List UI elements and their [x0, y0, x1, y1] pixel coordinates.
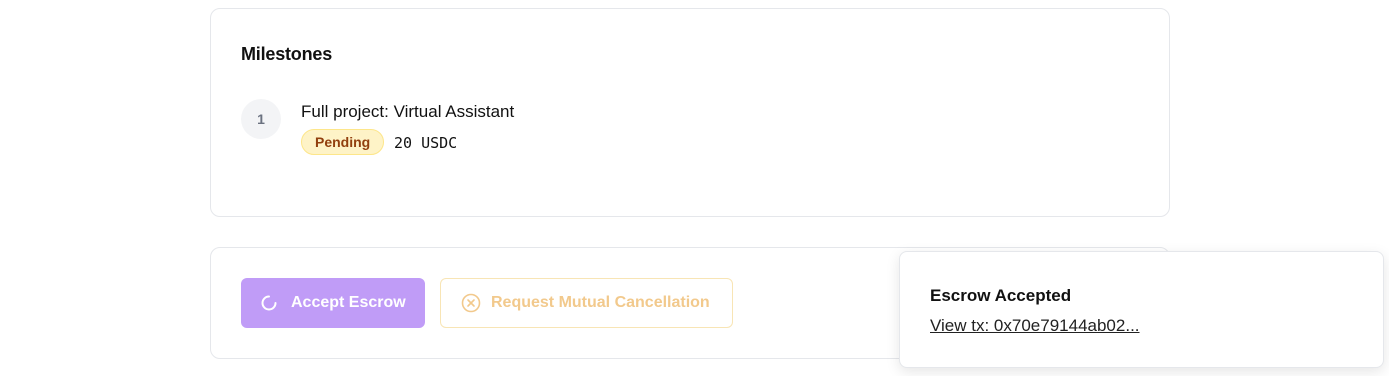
accept-escrow-button[interactable]: Accept Escrow	[241, 278, 425, 328]
milestones-card: Milestones 1 Full project: Virtual Assis…	[210, 8, 1170, 217]
milestone-step-number: 1	[241, 99, 281, 139]
toast-notification: Escrow Accepted View tx: 0x70e79144ab02.…	[899, 251, 1384, 368]
toast-title: Escrow Accepted	[930, 286, 1072, 305]
status-badge: Pending	[301, 129, 385, 155]
milestone-amount: 20 USDC	[394, 134, 458, 152]
milestones-title: Milestones	[241, 44, 333, 64]
spinner-icon	[261, 295, 277, 311]
request-cancellation-button[interactable]: Request Mutual Cancellation	[440, 278, 733, 328]
request-cancellation-label: Request Mutual Cancellation	[491, 294, 710, 311]
view-tx-link[interactable]: View tx: 0x70e79144ab02...	[930, 316, 1140, 336]
milestone-title: Full project: Virtual Assistant	[301, 102, 515, 121]
x-circle-icon	[461, 293, 481, 313]
accept-escrow-label: Accept Escrow	[291, 294, 406, 311]
